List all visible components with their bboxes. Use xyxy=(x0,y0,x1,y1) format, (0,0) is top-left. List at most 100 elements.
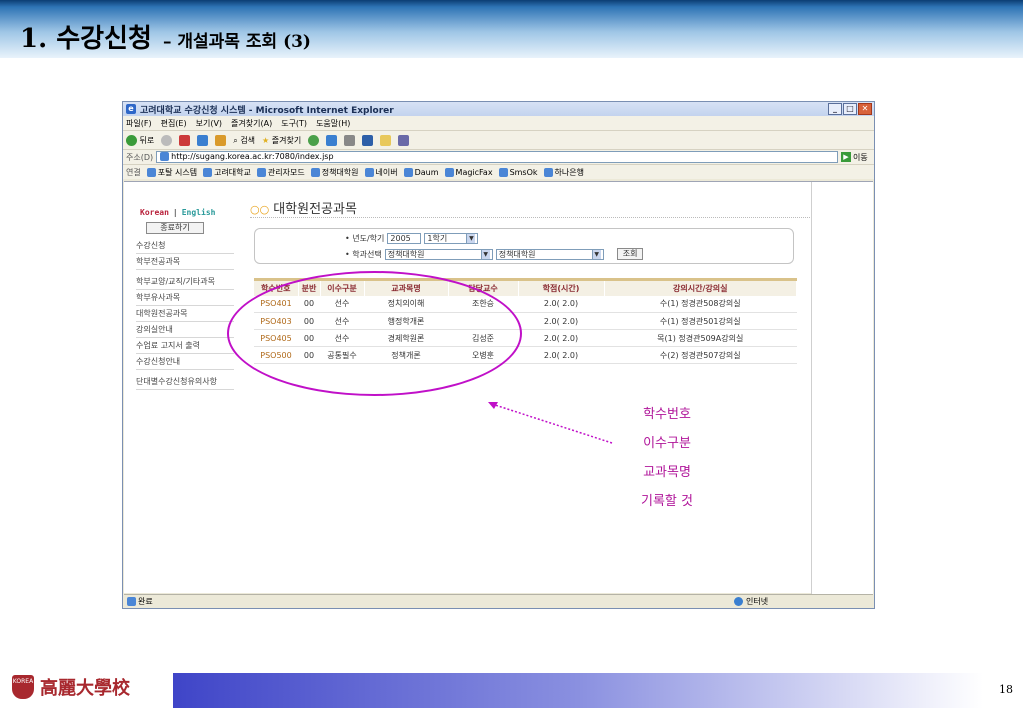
link-label: 네이버 xyxy=(375,167,398,177)
dept-select-2[interactable]: 정책대학원 ▼ xyxy=(495,248,604,260)
nav-item-grad-major[interactable]: 대학원전공과목 xyxy=(136,306,234,322)
schedule-room-cell: 목(1) 정경관509A강의실 xyxy=(604,329,797,347)
window-titlebar: e 고려대학교 수강신청 시스템 - Microsoft Internet Ex… xyxy=(123,102,874,116)
col-schedule-room[interactable]: 강의시간/강의실 xyxy=(604,279,797,296)
back-button[interactable]: 뒤로 xyxy=(126,134,155,146)
dept-label: • 학과선택 xyxy=(345,249,382,259)
col-credits[interactable]: 학점(시간) xyxy=(518,279,605,296)
crest-text: KOREA xyxy=(12,678,34,685)
university-name: 高麗大學校 xyxy=(40,678,130,699)
link-magicfax[interactable]: MagicFax xyxy=(444,167,493,177)
page-content: Korean | English 종료하기 수강신청 학부전공과목 학부교양/교직/… xyxy=(124,181,873,594)
back-label: 뒤로 xyxy=(139,135,155,145)
nav-item-tuition-bill[interactable]: 수업료 고지서 출력 xyxy=(136,338,234,354)
go-button[interactable]: ▶ 이동 xyxy=(838,152,874,163)
nav-item-undergrad-similar[interactable]: 학부유사과목 xyxy=(136,290,234,306)
favorites-button[interactable]: ★ 즐겨찾기 xyxy=(262,135,301,146)
print-icon[interactable] xyxy=(344,134,356,146)
mail-icon[interactable] xyxy=(326,134,338,146)
dept-select-1[interactable]: 정책대학원 ▼ xyxy=(384,248,493,260)
year-input[interactable]: 2005 xyxy=(387,233,422,244)
close-button[interactable]: ✕ xyxy=(858,103,872,115)
edit-icon[interactable] xyxy=(362,134,374,146)
link-icon xyxy=(543,167,553,177)
refresh-icon[interactable] xyxy=(197,134,209,146)
crest-icon: KOREA xyxy=(12,675,34,699)
dept-row: • 학과선택 정책대학원 ▼ 정책대학원 ▼ 조회 xyxy=(345,248,644,260)
search-submit-button[interactable]: 조회 xyxy=(616,248,644,260)
ie-logo-icon: e xyxy=(126,104,136,114)
history-icon[interactable] xyxy=(308,134,320,146)
menu-view[interactable]: 보기(V) xyxy=(196,118,222,129)
nav-item-course-registration[interactable]: 수강신청 xyxy=(136,238,234,254)
lang-separator: | xyxy=(172,208,178,217)
link-naver[interactable]: 네이버 xyxy=(364,167,398,178)
page-done-icon xyxy=(127,596,136,606)
link-smsok[interactable]: SmsOk xyxy=(498,167,538,177)
menu-favorites[interactable]: 즐겨찾기(A) xyxy=(231,118,272,129)
slide-title-main: 1. 수강신청 xyxy=(20,24,152,54)
annotation-line: 이수구분 xyxy=(643,436,691,451)
annotation-line: 교과목명 xyxy=(643,465,691,480)
address-label: 주소(D) xyxy=(126,152,154,162)
minimize-button[interactable]: _ xyxy=(828,103,842,115)
nav-item-registration-guide[interactable]: 수강신청안내 xyxy=(136,354,234,370)
links-label: 연결 xyxy=(126,167,141,177)
link-hana-bank[interactable]: 하나은행 xyxy=(543,167,584,178)
nav-item-classroom-guide[interactable]: 강의실안내 xyxy=(136,322,234,338)
exit-button[interactable]: 종료하기 xyxy=(146,222,204,234)
menu-file[interactable]: 파일(F) xyxy=(126,118,152,129)
discuss-icon[interactable] xyxy=(380,134,392,146)
globe-icon xyxy=(734,596,743,606)
menu-edit[interactable]: 편집(E) xyxy=(161,118,187,129)
star-icon: ★ xyxy=(262,135,270,145)
home-icon[interactable] xyxy=(215,134,227,146)
lang-korean-link[interactable]: Korean xyxy=(140,208,169,217)
nav-item-college-notes[interactable]: 단대별수강신청유의사항 xyxy=(136,374,234,390)
slide-title-sub: – 개설과목 조회 (3) xyxy=(162,32,311,52)
heading-marker: ○○ xyxy=(250,203,270,216)
search-panel: • 년도/학기 2005 1학기 ▼ • 학과선택 정책대학원 ▼ 정책대학원 ▼ 조… xyxy=(254,228,794,264)
nav-menu: 수강신청 학부전공과목 학부교양/교직/기타과목 학부유사과목 대학원전공과목 … xyxy=(136,238,234,390)
window-title: 고려대학교 수강신청 시스템 - Microsoft Internet Expl… xyxy=(140,105,394,116)
link-policy-grad[interactable]: 정책대학원 xyxy=(310,167,359,178)
slide-title: 1. 수강신청 – 개설과목 조회 (3) xyxy=(20,18,311,55)
favorites-label: 즐겨찾기 xyxy=(271,135,302,145)
forward-icon[interactable] xyxy=(161,134,173,146)
address-input[interactable]: http://sugang.korea.ac.kr:7080/index.jsp xyxy=(156,151,838,163)
link-portal[interactable]: 포탈 시스템 xyxy=(146,167,197,178)
university-logo: KOREA 高麗大學校 xyxy=(12,674,130,700)
menu-help[interactable]: 도움말(H) xyxy=(316,118,350,129)
nav-item-undergrad-general[interactable]: 학부교양/교직/기타과목 xyxy=(136,274,234,290)
zone-label: 인터넷 xyxy=(746,596,769,606)
nav-item-undergrad-major[interactable]: 학부전공과목 xyxy=(136,254,234,270)
toolbar: 뒤로 ⌕ 검색 ★ 즐겨찾기 xyxy=(123,130,874,149)
search-label: 검색 xyxy=(240,135,256,145)
dept1-value: 정책대학원 xyxy=(387,249,425,259)
lang-english-link[interactable]: English xyxy=(182,208,216,217)
right-rail xyxy=(811,182,873,594)
link-label: SmsOk xyxy=(509,167,538,177)
link-korea-univ[interactable]: 고려대학교 xyxy=(203,167,251,178)
address-url: http://sugang.korea.ac.kr:7080/index.jsp xyxy=(171,152,334,161)
dept2-value: 정책대학원 xyxy=(498,249,536,259)
menu-tools[interactable]: 도구(T) xyxy=(281,118,307,129)
left-nav: Korean | English 종료하기 수강신청 학부전공과목 학부교양/교직/… xyxy=(124,182,235,594)
term-value: 1학기 xyxy=(427,234,448,243)
link-daum[interactable]: Daum xyxy=(403,167,439,177)
status-text: 완료 xyxy=(138,596,153,606)
stop-icon[interactable] xyxy=(179,134,191,146)
annotation-line: 학수번호 xyxy=(643,407,691,422)
go-arrow-icon: ▶ xyxy=(841,152,851,162)
status-bar: 완료 인터넷 xyxy=(124,594,873,607)
link-icon xyxy=(444,167,454,177)
page-number: 18 xyxy=(999,683,1013,696)
search-button[interactable]: ⌕ 검색 xyxy=(233,135,255,146)
credits-cell: 2.0( 2.0) xyxy=(518,295,604,313)
link-icon xyxy=(146,167,156,177)
maximize-button[interactable]: □ xyxy=(843,103,857,115)
link-icon xyxy=(310,167,320,177)
messenger-icon[interactable] xyxy=(398,134,410,146)
link-admin[interactable]: 관리자모드 xyxy=(256,167,305,178)
term-select[interactable]: 1학기 ▼ xyxy=(424,233,479,244)
